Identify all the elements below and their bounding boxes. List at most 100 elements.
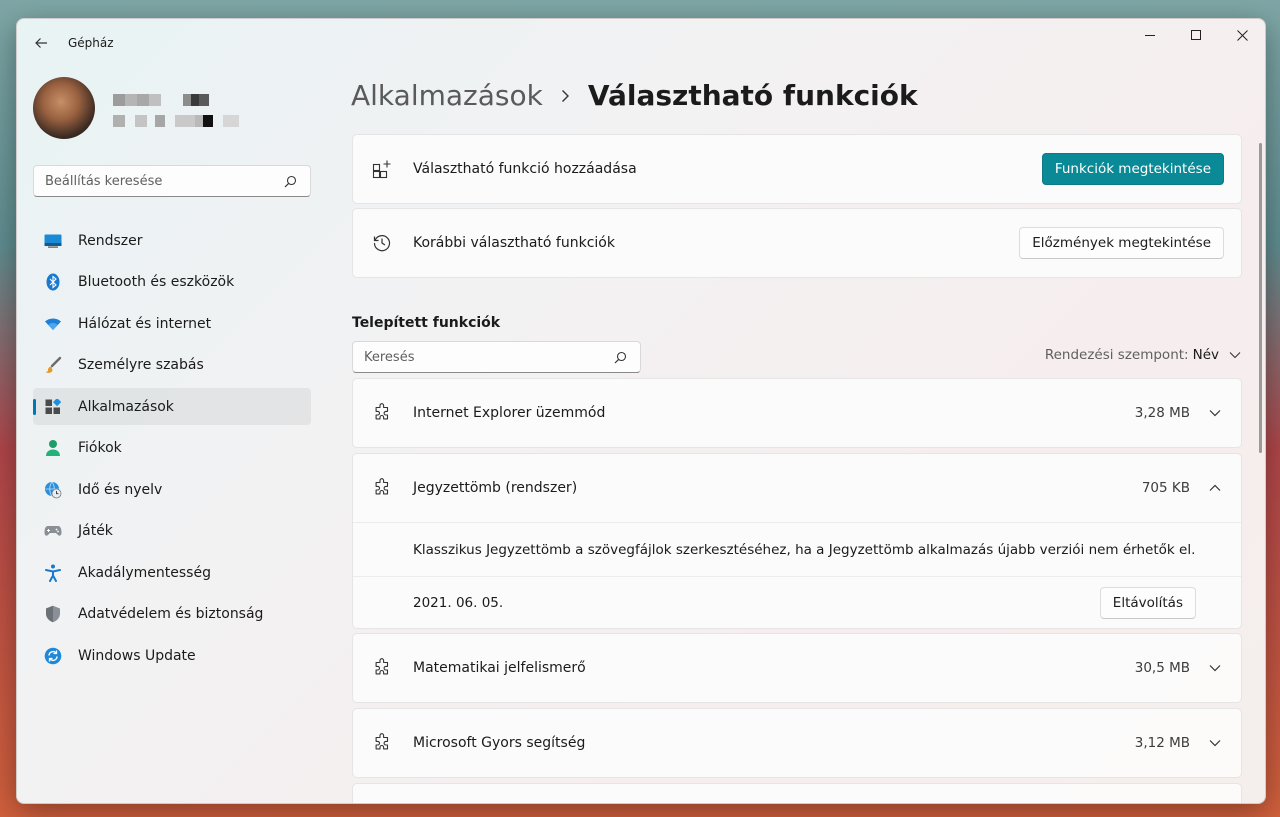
installed-features-title: Telepített funkciók <box>352 315 501 331</box>
history-icon <box>371 232 393 254</box>
feature-install-date: 2021. 06. 05. <box>413 594 504 611</box>
brush-icon <box>44 356 62 374</box>
update-icon <box>44 647 62 665</box>
feature-name: Matematikai jelfelismerő <box>413 660 586 676</box>
search-placeholder: Beállítás keresése <box>45 173 163 189</box>
globe-clock-icon <box>44 481 62 499</box>
puzzle-icon <box>371 402 393 424</box>
sidebar-item-label: Fiókok <box>78 440 122 456</box>
sidebar-item-label: Windows Update <box>78 647 196 664</box>
feature-size: 705 KB <box>1141 480 1190 496</box>
chevron-up-icon[interactable] <box>1206 479 1224 497</box>
sidebar-item-label: Bluetooth és eszközök <box>78 274 235 290</box>
sidebar-item-jatek[interactable]: Játék <box>33 513 311 550</box>
sidebar-item-label: Alkalmazások <box>78 398 174 415</box>
features-search-input[interactable]: Keresés <box>352 341 641 373</box>
sidebar-item-label: Idő és nyelv <box>78 481 163 498</box>
feature-card: Microsoft Gyors segítség 3,12 MB <box>352 708 1242 778</box>
view-features-button[interactable]: Funkciók megtekintése <box>1041 153 1224 185</box>
user-email-redacted <box>113 115 239 127</box>
view-history-button[interactable]: Előzmények megtekintése <box>1019 227 1224 259</box>
sort-value: Név <box>1192 347 1219 363</box>
close-icon <box>1236 29 1248 41</box>
sidebar-item-akadalymentesseg[interactable]: Akadálymentesség <box>33 554 311 591</box>
page-title: Választható funkciók <box>587 79 918 112</box>
chevron-right-icon <box>561 89 570 103</box>
feature-card-expanded: Jegyzettömb (rendszer) 705 KB Klasszikus… <box>352 453 1242 629</box>
sidebar-item-halozat[interactable]: Hálózat és internet <box>33 305 311 342</box>
search-icon <box>612 349 628 365</box>
breadcrumb: Alkalmazások Választható funkciók <box>351 79 918 112</box>
monitor-icon <box>44 232 62 250</box>
feature-description: Klasszikus Jegyzettömb a szövegfájlok sz… <box>353 522 1241 576</box>
sidebar-item-label: Személyre szabás <box>78 357 204 373</box>
maximize-button[interactable] <box>1173 19 1219 51</box>
sidebar-nav: Rendszer Bluetooth és eszközök Hálózat é… <box>33 222 311 679</box>
add-feature-label: Választható funkció hozzáadása <box>413 161 637 177</box>
feature-row-internet-explorer[interactable]: Internet Explorer üzemmód 3,28 MB <box>353 379 1241 447</box>
title-bar: Gépház <box>17 19 1265 67</box>
user-name-redacted <box>113 94 209 106</box>
sidebar-item-szemelyre-szabas[interactable]: Személyre szabás <box>33 347 311 384</box>
sidebar-item-label: Hálózat és internet <box>78 315 212 332</box>
chevron-down-icon[interactable] <box>1206 734 1224 752</box>
sidebar-item-label: Akadálymentesség <box>78 564 211 581</box>
history-row: Korábbi választható funkciók Előzmények … <box>353 209 1241 277</box>
feature-size: 3,28 MB <box>1134 405 1190 421</box>
sidebar-item-bluetooth[interactable]: Bluetooth és eszközök <box>33 264 311 301</box>
sidebar-item-fiokok[interactable]: Fiókok <box>33 430 311 467</box>
chevron-down-icon[interactable] <box>1206 659 1224 677</box>
feature-row-notepad[interactable]: Jegyzettömb (rendszer) 705 KB <box>353 454 1241 522</box>
feature-name: Internet Explorer üzemmód <box>413 405 606 421</box>
back-button[interactable] <box>27 31 55 55</box>
feature-size: 3,12 MB <box>1134 735 1190 751</box>
minimize-button[interactable] <box>1127 19 1173 51</box>
feature-footer: 2021. 06. 05. Eltávolítás <box>353 576 1241 628</box>
scrollbar[interactable] <box>1259 143 1262 453</box>
minimize-icon <box>1145 35 1155 36</box>
apps-icon <box>44 398 62 416</box>
feature-name: Microsoft Gyors segítség <box>413 735 586 751</box>
sidebar-item-ido-es-nyelv[interactable]: Idő és nyelv <box>33 471 311 508</box>
puzzle-icon <box>371 657 393 679</box>
settings-search-input[interactable]: Beállítás keresése <box>33 165 311 197</box>
app-title: Gépház <box>68 36 114 50</box>
remove-button[interactable]: Eltávolítás <box>1099 586 1196 619</box>
close-button[interactable] <box>1219 19 1265 51</box>
sidebar-item-label: Rendszer <box>78 232 143 249</box>
accessibility-icon <box>44 564 62 582</box>
gamepad-icon <box>44 522 62 540</box>
puzzle-icon <box>371 732 393 754</box>
person-icon <box>44 439 62 457</box>
history-label: Korábbi választható funkciók <box>413 235 615 251</box>
feature-card-partial <box>352 783 1242 803</box>
sort-label: Rendezési szempont: <box>1044 347 1189 363</box>
feature-card: Internet Explorer üzemmód 3,28 MB <box>352 378 1242 448</box>
sidebar-item-alkalmazasok[interactable]: Alkalmazások <box>33 388 311 425</box>
sidebar-item-label: Adatvédelem és biztonság <box>78 606 264 622</box>
add-feature-card: Választható funkció hozzáadása Funkciók … <box>352 134 1242 204</box>
feature-card: Matematikai jelfelismerő 30,5 MB <box>352 633 1242 703</box>
shield-icon <box>44 605 62 623</box>
sidebar-item-windows-update[interactable]: Windows Update <box>33 637 311 674</box>
feature-name: Jegyzettömb (rendszer) <box>413 480 578 496</box>
breadcrumb-parent[interactable]: Alkalmazások <box>351 79 543 112</box>
feature-row-quick-assist[interactable]: Microsoft Gyors segítség 3,12 MB <box>353 709 1241 777</box>
bluetooth-icon <box>44 273 62 291</box>
chevron-down-icon[interactable] <box>1206 404 1224 422</box>
chevron-down-icon <box>1229 351 1241 359</box>
wifi-icon <box>44 315 62 333</box>
sidebar-item-adatvedelem[interactable]: Adatvédelem és biztonság <box>33 596 311 633</box>
add-feature-row: Választható funkció hozzáadása Funkciók … <box>353 135 1241 203</box>
avatar[interactable] <box>33 77 95 139</box>
settings-window: Gépház Beállítás keresése Rendszer Bluet… <box>16 18 1266 804</box>
arrow-left-icon <box>35 38 47 48</box>
search-placeholder: Keresés <box>364 349 415 365</box>
sidebar-item-rendszer[interactable]: Rendszer <box>33 222 311 259</box>
search-icon <box>282 173 298 189</box>
add-grid-icon <box>371 158 393 180</box>
feature-row-math-recognizer[interactable]: Matematikai jelfelismerő 30,5 MB <box>353 634 1241 702</box>
feature-size: 30,5 MB <box>1134 660 1190 676</box>
sort-dropdown[interactable]: Rendezési szempont: Név <box>1045 347 1241 363</box>
history-card: Korábbi választható funkciók Előzmények … <box>352 208 1242 278</box>
